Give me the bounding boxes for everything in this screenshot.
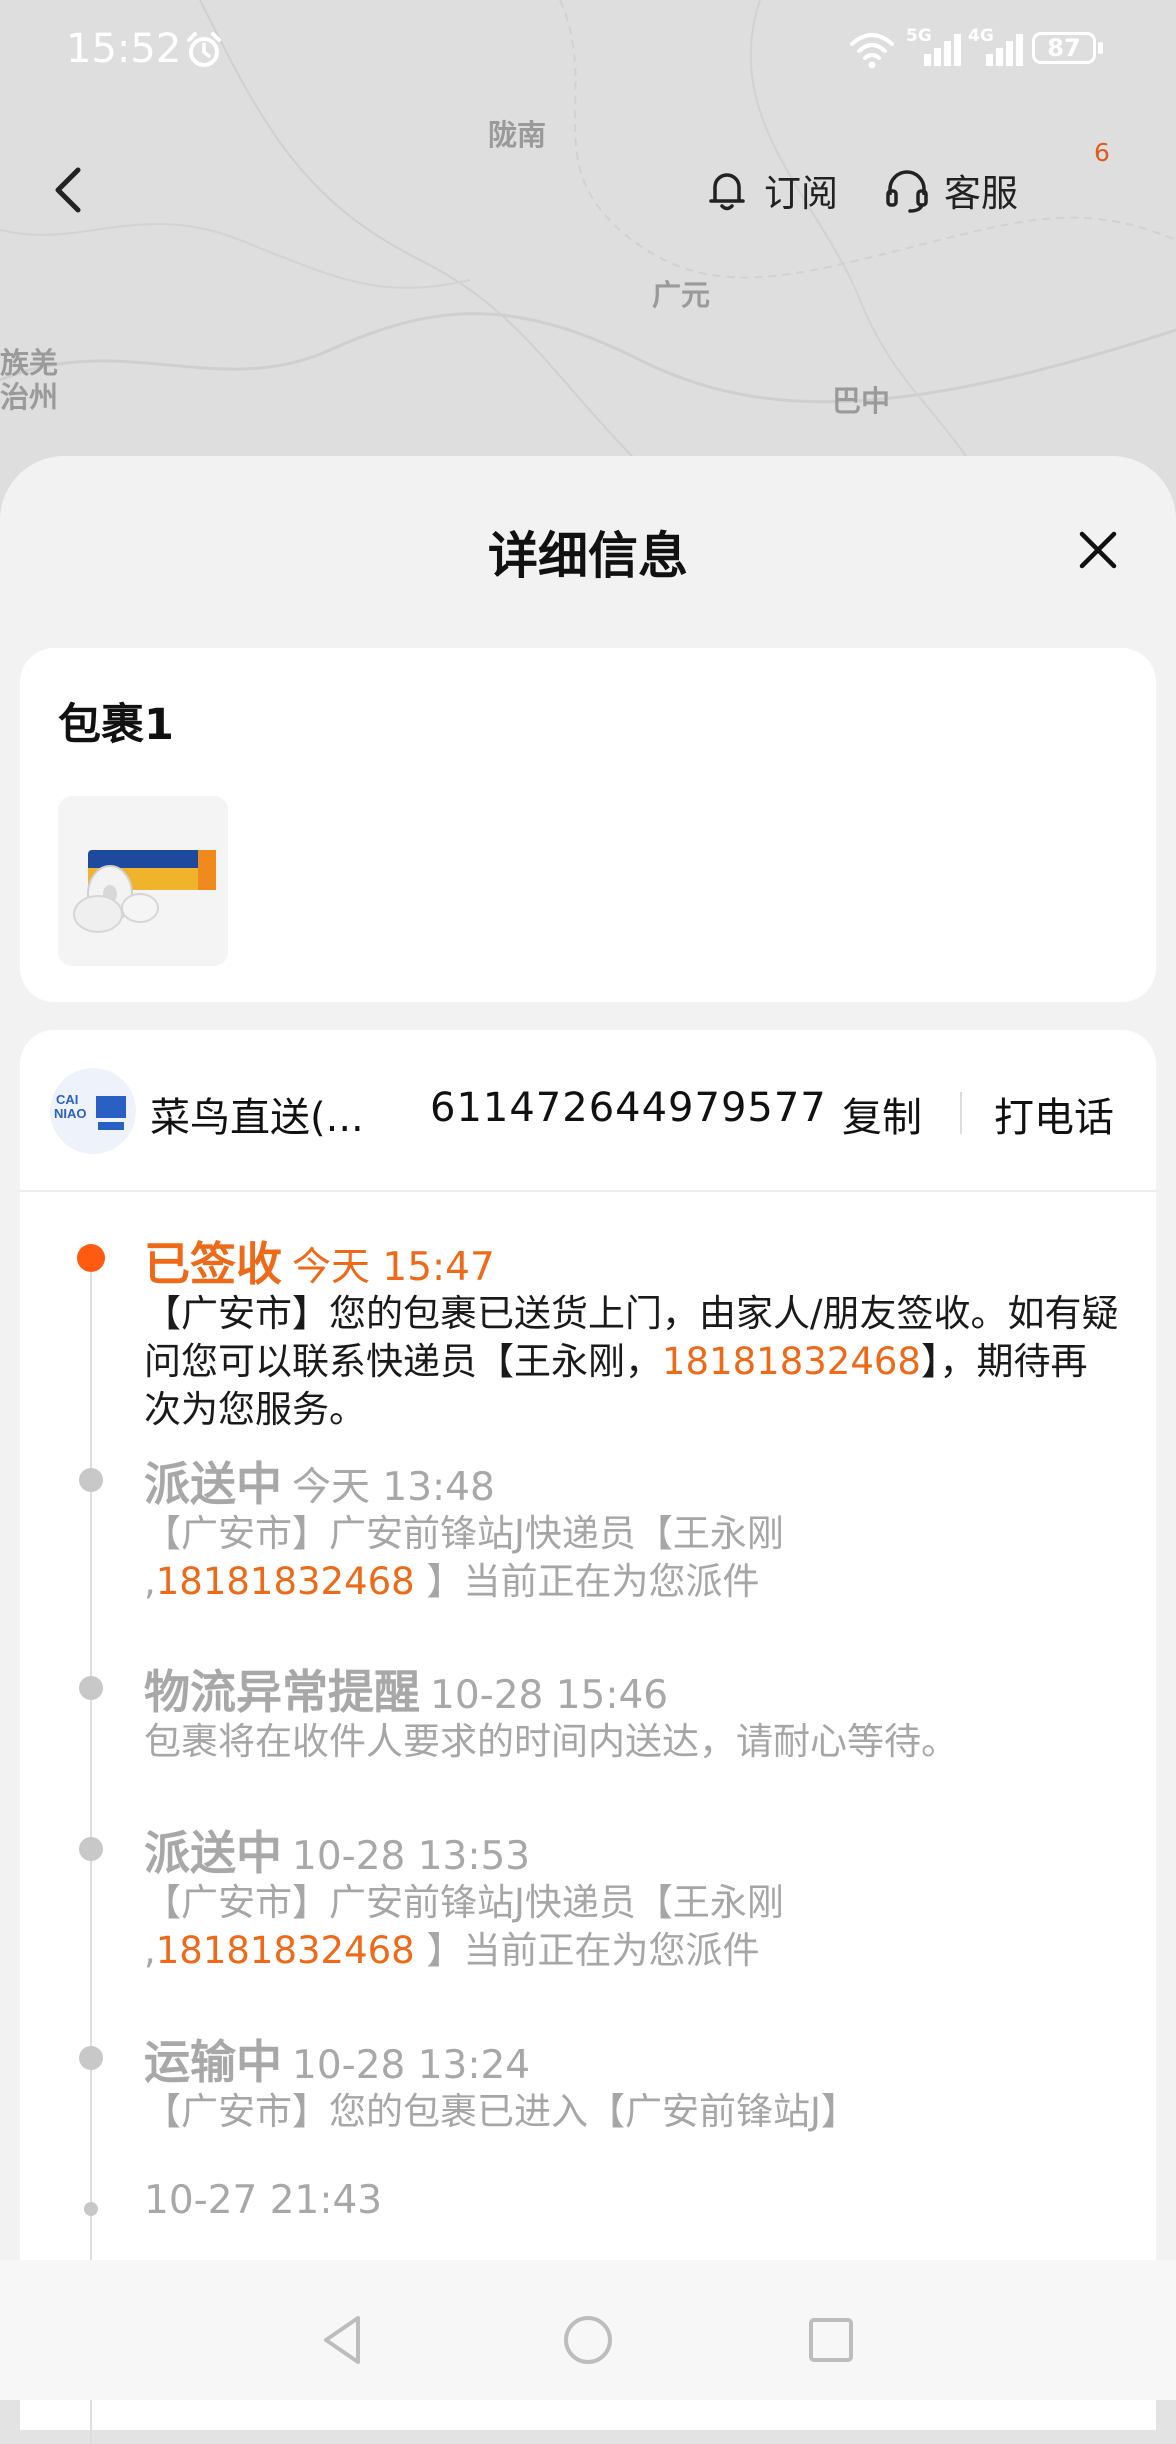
event-status: 派送中 [144,1457,282,1511]
event-description: 包裹将在收件人要求的时间内送达，请耐心等待。 [144,1720,958,1763]
map-label: 广元 [652,278,711,312]
courier-phone-link[interactable]: 18181832468 [156,1560,415,1603]
event-time: 今天 15:47 [292,1245,495,1290]
divider [960,1092,962,1134]
timeline-dot [79,1837,103,1861]
package-title: 包裹1 [58,700,174,750]
svg-text:NIAO: NIAO [54,1106,87,1121]
alarm-icon [187,32,221,67]
courier-phone-link[interactable]: 18181832468 [662,1340,921,1383]
status-time: 15:52 [66,26,182,72]
timeline-dot-active [77,1244,105,1272]
event-header: 已签收 今天 15:47 [144,1228,495,1294]
svg-text:CAI: CAI [56,1092,78,1107]
timeline-dot [79,1676,103,1700]
event-description: 【广安市】广安前锋站J快递员【王永刚 ,18181832468 】当前正在为您派… [144,1881,784,1972]
event-time: 10-28 13:53 [292,1834,531,1879]
event-status: 物流异常提醒 [144,1665,420,1719]
event-header: 10-27 21:43 [144,2178,382,2223]
battery-icon: 87 [1032,32,1096,64]
tracking-number: 611472644979577 [430,1085,827,1131]
wifi-icon [850,33,894,69]
event-header: 派送中 今天 13:48 [144,1448,495,1514]
map-label: 治州 [0,380,59,414]
courier-phone-link[interactable]: 18181832468 [156,1929,415,1972]
event-time: 10-28 13:24 [292,2043,531,2088]
copy-button[interactable]: 复制 [842,1085,922,1143]
tracking-card: CAI NIAO 菜鸟直送(... 611472644979577 复制 打电话… [20,1030,1156,2444]
map-label: 巴中 [832,384,891,418]
timeline-dot [79,1468,103,1492]
map-label: 陇南 [488,118,547,152]
signal-4g-icon: 4G [968,26,1028,70]
bell-icon [709,173,745,211]
event-status: 运输中 [144,2035,282,2089]
courier-row: CAI NIAO 菜鸟直送(... 611472644979577 复制 打电话 [20,1030,1156,1192]
timeline-dot [79,2046,103,2070]
call-button[interactable]: 打电话 [994,1085,1114,1143]
system-nav-bar [0,2280,1176,2400]
close-button[interactable] [1074,526,1122,574]
event-time: 今天 13:48 [292,1465,495,1510]
courier-name: 菜鸟直送(... [150,1095,364,1141]
event-time: 10-28 15:46 [430,1673,669,1718]
nav-home-icon[interactable] [562,2312,614,2368]
customer-service-button[interactable]: 客服 [882,160,1018,220]
event-description: 【广安市】您的包裹已送货上门，由家人/朋友签收。如有疑问您可以联系快递员【王永刚… [144,1292,1119,1431]
subscribe-label: 订阅 [764,172,838,215]
service-label: 客服 [944,172,1018,215]
event-header: 派送中 10-28 13:53 [144,1817,530,1883]
battery-tip [1098,42,1103,54]
event-header: 运输中 10-28 13:24 [144,2026,530,2092]
subscribe-button[interactable]: 订阅 [702,160,838,220]
event-header: 物流异常提醒 10-28 15:46 [144,1656,668,1722]
cainiao-logo: CAI NIAO [50,1068,136,1154]
timeline-dot [84,2202,98,2216]
event-status: 派送中 [144,1826,282,1880]
status-bar: 15:52 5G 4G 87 [0,0,1176,100]
detail-sheet: 详细信息 包裹1 CAI NIAO 菜鸟直送(... 6114726449795… [0,456,1176,2444]
event-description: 【广安市】广安前锋站J快递员【王永刚 ,18181832468 】当前正在为您派… [144,1512,784,1603]
product-thumbnail[interactable] [58,796,228,966]
event-time: 10-27 21:43 [144,2178,383,2223]
event-description: 【广安市】您的包裹已进入【广安前锋站J】 [144,2090,858,2133]
back-button[interactable] [46,162,90,218]
event-status: 已签收 [144,1237,282,1291]
nav-recents-icon[interactable] [806,2312,856,2368]
signal-5g-icon: 5G [906,26,966,70]
nav-back-icon[interactable] [318,2312,366,2368]
package-card: 包裹1 [20,648,1156,1002]
sheet-title: 详细信息 [488,527,688,585]
tissue-roll-image [73,850,216,933]
notification-badge: 6 [1094,138,1110,167]
headset-icon [886,170,928,213]
